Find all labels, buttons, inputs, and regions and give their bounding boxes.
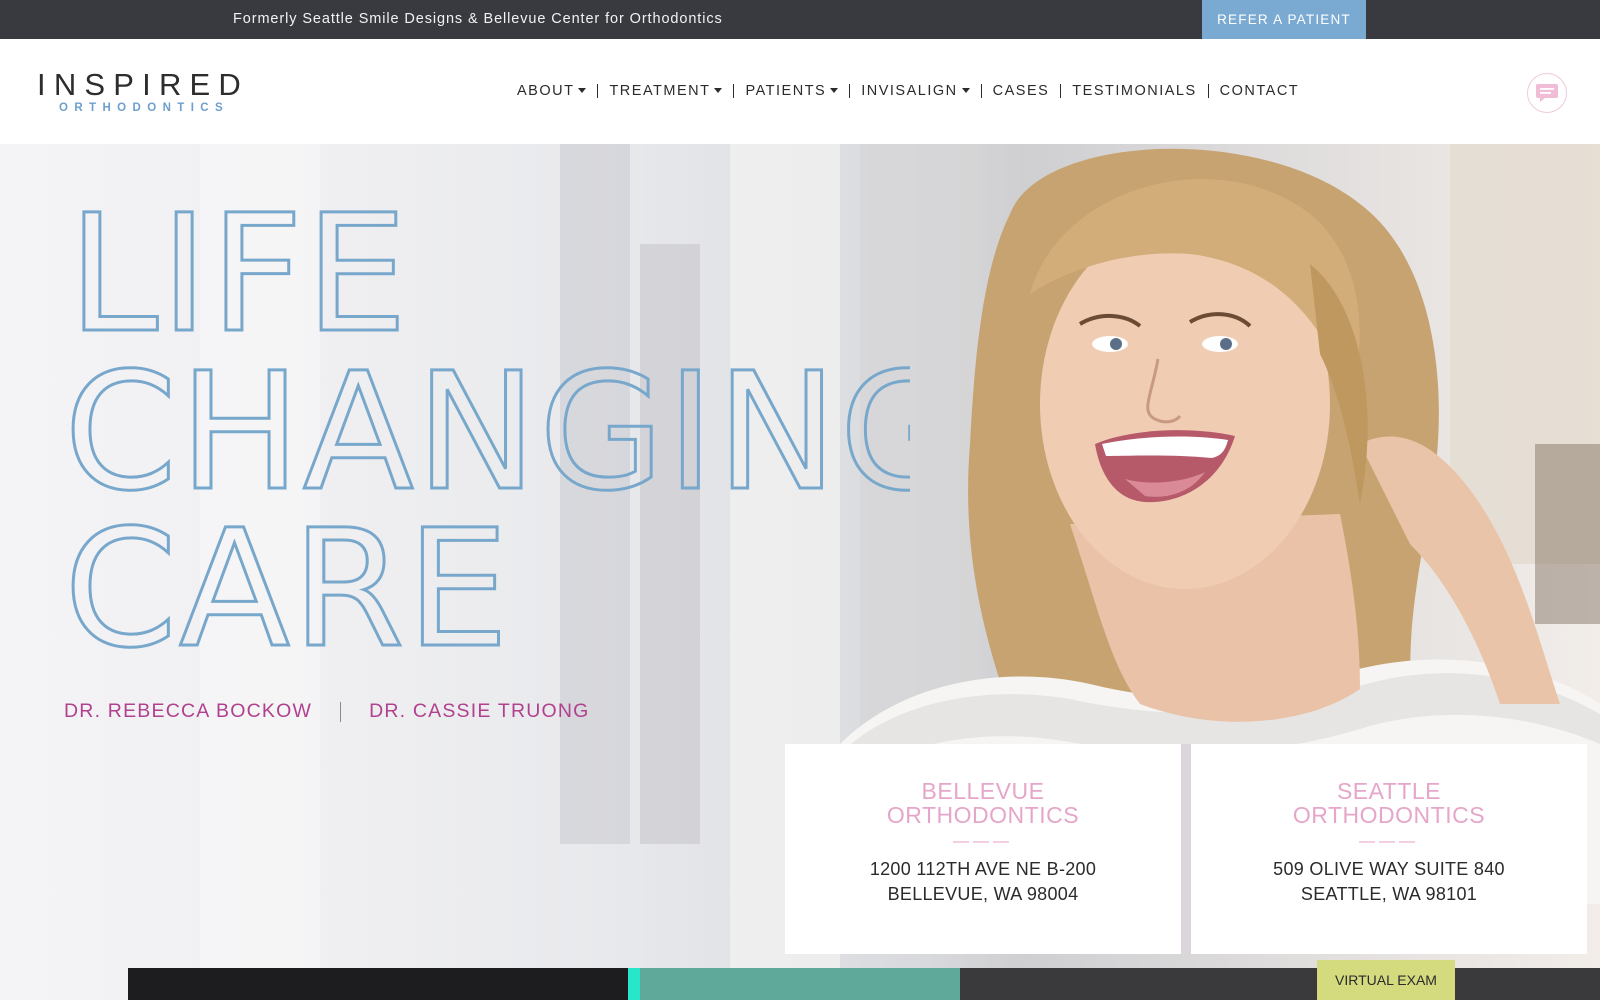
location-title: BELLEVUE ORTHODONTICS <box>785 779 1181 827</box>
location-divider: ——— <box>1359 833 1419 850</box>
location-title-line: SEATTLE <box>1336 778 1442 804</box>
location-divider: ——— <box>953 833 1013 850</box>
location-title-line: ORTHODONTICS <box>1292 802 1486 828</box>
doctor-name[interactable]: DR. REBECCA BOCKOW <box>64 700 312 723</box>
hero-headline: LIFE CHANGING CARE <box>63 194 911 654</box>
strip-panel <box>640 968 960 1000</box>
address-line: 1200 112TH AVE NE B-200 <box>869 859 1097 879</box>
address-line: BELLEVUE, WA 98004 <box>887 884 1079 904</box>
nav-patients-label: PATIENTS <box>745 83 827 99</box>
caret-down-icon <box>578 88 587 93</box>
main-nav: ABOUT TREATMENT PATIENTS INVISALIGN CASE… <box>517 83 1299 99</box>
nav-invisalign-label: INVISALIGN <box>861 83 958 99</box>
logo[interactable]: INSPIRED ORTHODONTICS <box>37 69 252 121</box>
nav-patients[interactable]: PATIENTS <box>745 83 839 99</box>
nav-invisalign[interactable]: INVISALIGN <box>861 83 970 99</box>
nav-testimonials[interactable]: TESTIMONIALS <box>1072 83 1196 99</box>
nav-cases[interactable]: CASES <box>993 83 1050 99</box>
refer-a-patient-button[interactable]: REFER A PATIENT <box>1202 0 1366 39</box>
logo-sub: ORTHODONTICS <box>59 102 230 114</box>
doctors-line: DR. REBECCA BOCKOW DR. CASSIE TRUONG <box>64 700 590 723</box>
nav-about-label: ABOUT <box>517 83 575 99</box>
card-gap <box>1181 744 1191 954</box>
site-header: INSPIRED ORTHODONTICS ABOUT TREATMENT PA… <box>0 39 1600 144</box>
location-address: 1200 112TH AVE NE B-200 BELLEVUE, WA 980… <box>785 857 1181 907</box>
caret-down-icon <box>830 88 839 93</box>
virtual-exam-button[interactable]: VIRTUAL EXAM <box>1317 960 1455 1000</box>
nav-divider <box>1060 84 1062 98</box>
nav-divider <box>597 84 599 98</box>
location-address: 509 OLIVE WAY SUITE 840 SEATTLE, WA 9810… <box>1191 857 1587 907</box>
nav-treatment-label: TREATMENT <box>609 83 711 99</box>
address-line: SEATTLE, WA 98101 <box>1300 884 1478 904</box>
strip-accent <box>628 968 640 1000</box>
nav-divider <box>849 84 851 98</box>
nav-about[interactable]: ABOUT <box>517 83 587 99</box>
location-card-seattle[interactable]: SEATTLE ORTHODONTICS ——— 509 OLIVE WAY S… <box>1191 744 1587 954</box>
nav-treatment[interactable]: TREATMENT <box>609 83 723 99</box>
nav-contact[interactable]: CONTACT <box>1220 83 1300 99</box>
location-card-bellevue[interactable]: BELLEVUE ORTHODONTICS ——— 1200 112TH AVE… <box>785 744 1181 954</box>
strip-panel <box>960 968 1600 1000</box>
chat-button[interactable] <box>1527 73 1567 113</box>
address-line: 509 OLIVE WAY SUITE 840 <box>1273 859 1505 879</box>
nav-divider <box>980 84 982 98</box>
formerly-note: Formerly Seattle Smile Designs & Bellevu… <box>233 11 723 27</box>
nav-divider <box>733 84 735 98</box>
location-title-line: BELLEVUE <box>921 778 1045 804</box>
hero-section: LIFE CHANGING CARE DR. REBECCA BOCKOW DR… <box>0 144 1600 1000</box>
doctor-name[interactable]: DR. CASSIE TRUONG <box>369 700 590 723</box>
chat-bubble-icon <box>1536 84 1558 102</box>
location-title-line: ORTHODONTICS <box>886 802 1080 828</box>
caret-down-icon <box>961 88 970 93</box>
doctors-divider <box>340 701 342 722</box>
nav-divider <box>1207 84 1209 98</box>
location-title: SEATTLE ORTHODONTICS <box>1191 779 1587 827</box>
logo-main: INSPIRED <box>37 67 250 102</box>
caret-down-icon <box>714 88 723 93</box>
headline-line-3: CARE <box>64 496 511 654</box>
top-bar: Formerly Seattle Smile Designs & Bellevu… <box>0 0 1600 39</box>
